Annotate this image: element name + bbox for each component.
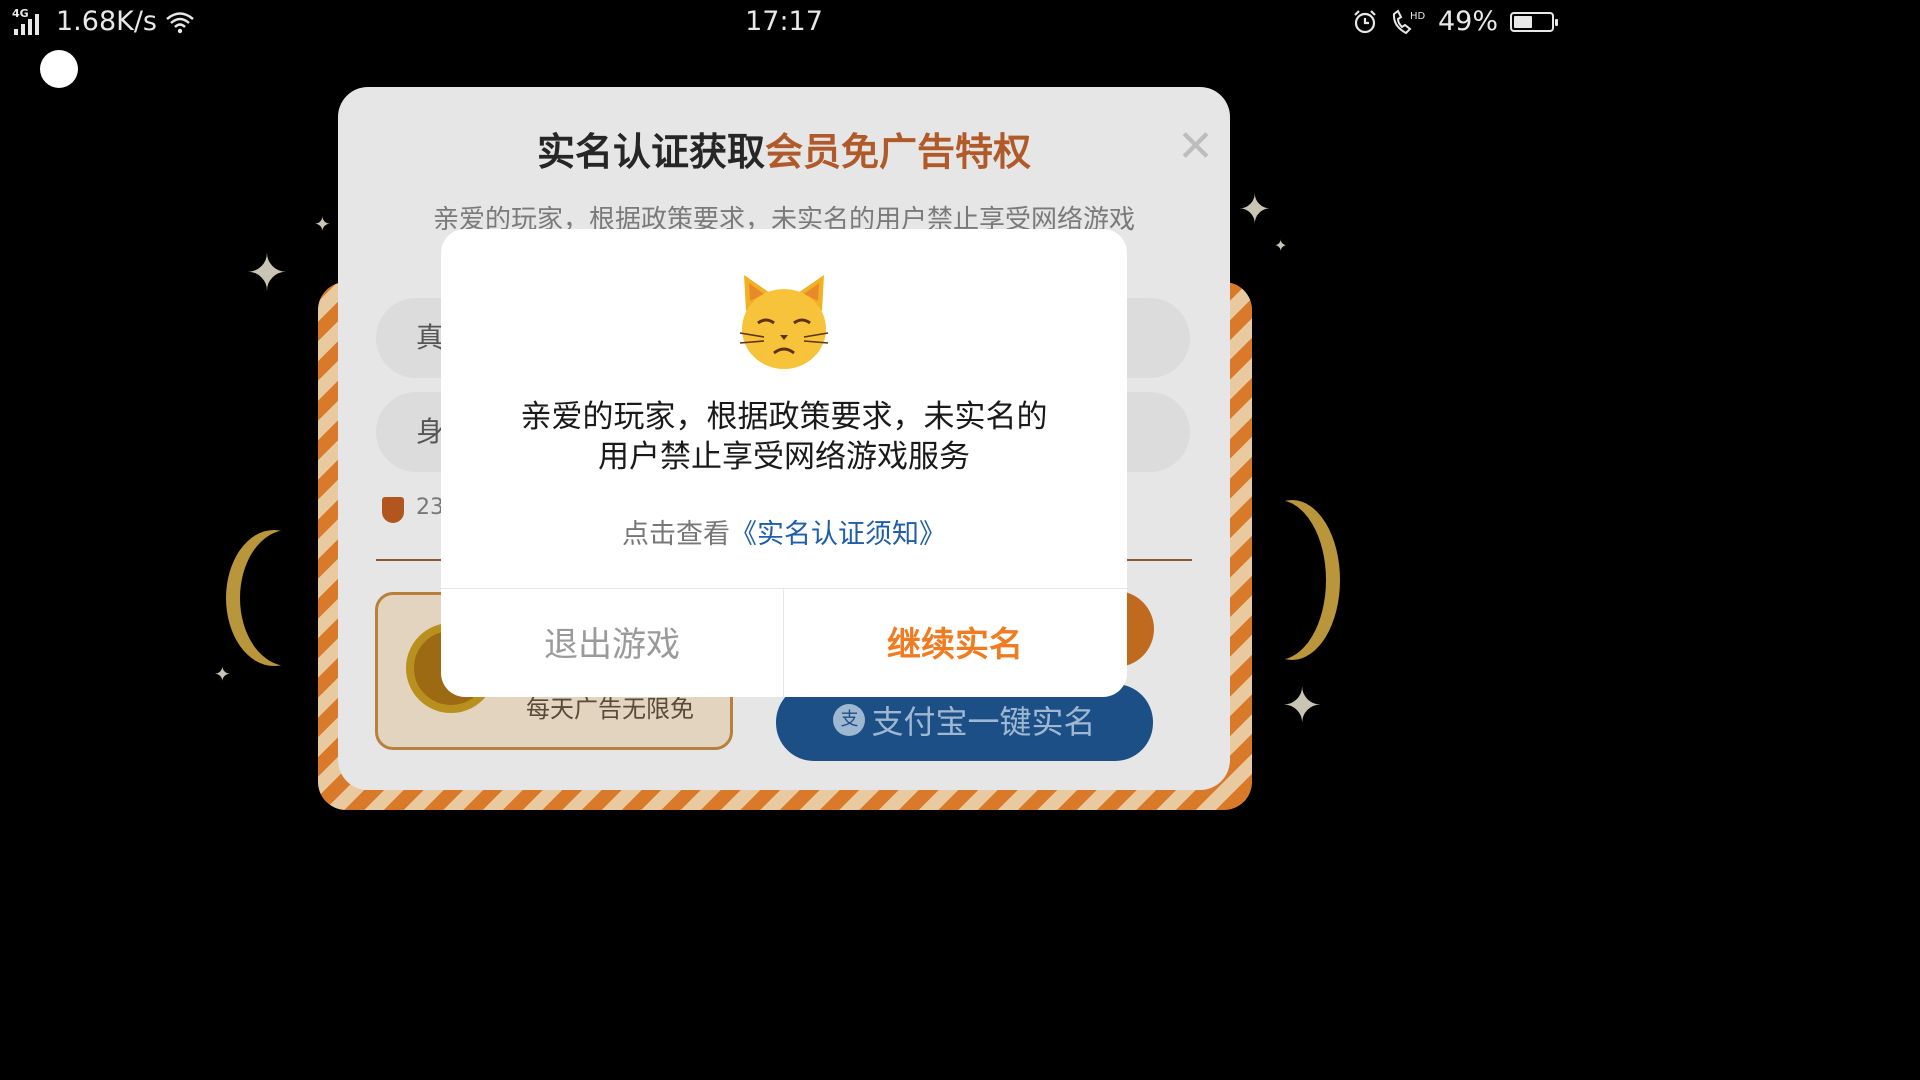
alarm-icon [1354,9,1376,33]
cat-face-icon [739,275,829,369]
modal-link-row: 点击查看《实名认证须知》 [441,512,1127,551]
star-icon: ✦ [1238,187,1272,233]
status-bar: 4G 1.68K/s 17:17 HD 49% [0,0,1568,48]
status-time: 17:17 [745,6,823,37]
status-right: HD 49% [1352,6,1558,37]
notice-text: 23 [416,495,444,520]
star-icon: ✦ [214,662,231,686]
modal-message-line: 亲爱的玩家，根据政策要求，未实名的 [520,399,1048,435]
star-icon: ✦ [246,244,288,302]
alipay-icon: 支 [833,704,866,736]
alipay-button-label: 支付宝一键实名 [871,703,1096,741]
close-icon[interactable]: ✕ [1177,121,1214,172]
star-icon: ✦ [1274,236,1288,255]
modal-message: 亲爱的玩家，根据政策要求，未实名的 用户禁止享受网络游戏服务 [441,397,1127,477]
link-prefix: 点击查看 [622,519,730,550]
panel-title-text: 实名认证获取 [536,130,765,174]
star-icon: ✦ [314,212,331,236]
real-name-notice-link[interactable]: 《实名认证须知》 [730,519,946,550]
hd-call-icon: HD [1392,8,1426,34]
svg-text:HD: HD [1410,11,1426,22]
battery-percent: 49% [1437,6,1498,37]
floating-assistive-button[interactable] [40,50,78,88]
exit-game-button[interactable]: 退出游戏 [441,589,783,697]
battery-fill [1514,15,1532,28]
real-name-modal: 亲爱的玩家，根据政策要求，未实名的 用户禁止享受网络游戏服务 点击查看《实名认证… [441,229,1127,697]
star-icon: ✦ [1282,678,1323,734]
panel-title: 实名认证获取会员免广告特权 [338,121,1230,176]
modal-message-line: 用户禁止享受网络游戏服务 [598,439,970,475]
shield-icon [382,497,404,523]
battery-icon [1510,11,1558,32]
panel-title-highlight: 会员免广告特权 [765,130,1032,174]
continue-verification-button[interactable]: 继续实名 [784,589,1126,697]
